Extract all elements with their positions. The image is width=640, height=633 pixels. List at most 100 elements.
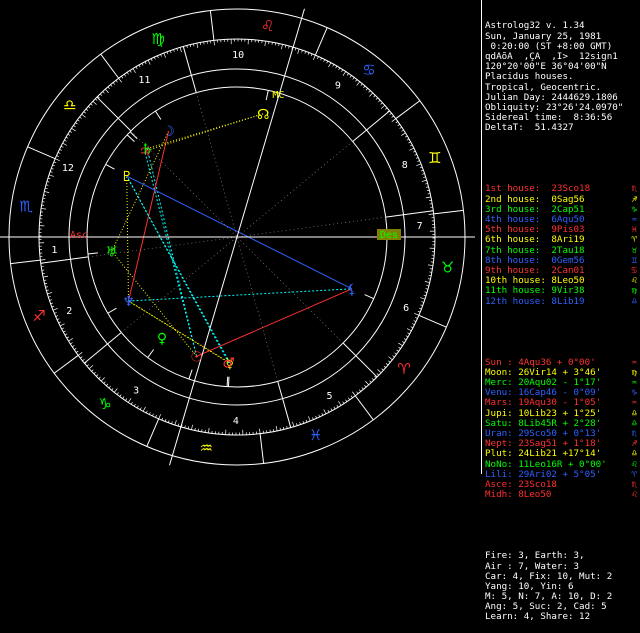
degree-tick [388, 357, 392, 360]
degree-tick [133, 69, 136, 73]
degree-tick [49, 175, 54, 177]
degree-tick [388, 361, 390, 363]
house-cusp-row: 8th house: 0Gem56♊ [485, 256, 640, 266]
degree-tick [175, 420, 177, 425]
degree-tick [93, 101, 97, 104]
zodiac-sign-icon: ♏ [20, 197, 34, 215]
planet-row: Asce: 23Sco18♏ [485, 480, 640, 490]
degree-tick [214, 40, 215, 45]
degree-tick [161, 54, 162, 56]
degree-tick [159, 414, 161, 419]
degree-tick [415, 317, 417, 318]
degree-tick [348, 398, 349, 400]
degree-tick [54, 162, 56, 163]
degree-tick [316, 416, 317, 418]
chart-header-info: Astrolog32 v. 1.34Sun, January 25, 1981 … [485, 21, 640, 133]
degree-tick [57, 156, 59, 157]
degree-tick [58, 152, 60, 153]
degree-tick [48, 296, 50, 297]
sign-boundary [419, 315, 447, 327]
degree-tick [154, 57, 155, 59]
planet-marker [108, 308, 117, 313]
degree-tick [120, 395, 121, 397]
degree-tick [123, 397, 124, 399]
header-line: Julian Day: 2444629.1806 [485, 93, 640, 103]
degree-tick [407, 333, 409, 334]
house-cusp-row: 4th house: 6Aqu50♒ [485, 215, 640, 225]
degree-tick [401, 133, 405, 136]
summary-line: Ang: 5, Suc: 2, Cad: 5 [485, 602, 640, 612]
degree-tick [343, 72, 346, 76]
mars-icon: ♂ [222, 356, 235, 372]
degree-tick [296, 423, 297, 425]
sign-boundary [147, 419, 159, 447]
sign-icon: ♈ [631, 470, 637, 480]
degree-tick [40, 260, 45, 261]
degree-tick [334, 407, 335, 409]
header-line: Obliquity: 23°26'24.0970" [485, 103, 640, 113]
degree-tick [55, 159, 60, 161]
house-cusp-line [343, 343, 377, 377]
degree-tick [124, 74, 125, 76]
degree-tick [76, 351, 78, 352]
planet-marker [227, 377, 228, 387]
degree-tick [419, 308, 421, 309]
degree-tick [398, 343, 402, 346]
degree-tick [145, 62, 146, 64]
degree-tick [343, 402, 344, 404]
degree-tick [324, 59, 325, 61]
degree-tick [308, 416, 310, 421]
degree-tick [99, 377, 101, 379]
degree-tick [59, 322, 61, 323]
degree-tick [364, 385, 366, 387]
degree-tick [398, 124, 400, 125]
planet-row: NoNo: 11Leo16R + 0°00'♌ [485, 460, 640, 470]
degree-tick [95, 99, 97, 101]
house-number-label: 11 [138, 75, 150, 86]
house-cusp-line [237, 9, 304, 237]
house-cusp-dotted [237, 141, 353, 237]
degree-tick [103, 91, 105, 93]
zodiac-sign-icon: ♉ [441, 259, 454, 277]
degree-tick [408, 142, 410, 143]
degree-tick [420, 167, 422, 168]
degree-tick [298, 49, 300, 54]
degree-tick [353, 77, 354, 79]
degree-tick [113, 82, 115, 84]
degree-tick [78, 352, 82, 355]
degree-tick [305, 51, 306, 53]
zodiac-sign-icon: ♌ [261, 17, 274, 35]
house-cusp-row: 1st house: 23Sco18♏ [485, 184, 640, 194]
degree-tick [265, 41, 266, 46]
summary-line: Air : 7, Water: 3 [485, 562, 640, 572]
house-number-label: 8 [402, 160, 408, 171]
header-line: Sidereal time: 8:36:56 [485, 113, 640, 123]
neptune-icon: ♆ [122, 294, 135, 310]
degree-tick [86, 109, 88, 111]
degree-tick [407, 139, 409, 140]
degree-tick [46, 290, 48, 291]
degree-tick [357, 82, 360, 86]
degree-tick [422, 180, 427, 181]
zodiac-sign-icon: ♋ [362, 61, 375, 79]
degree-tick [347, 73, 348, 75]
degree-tick [142, 63, 143, 65]
zodiac-sign-icon: ♓ [309, 426, 322, 444]
degree-tick [337, 405, 338, 407]
degree-tick [91, 370, 93, 372]
degree-tick [162, 418, 163, 420]
aspect-line [127, 176, 129, 301]
house-cusp-dotted [237, 217, 386, 237]
degree-tick [420, 298, 425, 300]
sign-icon: ♍ [631, 286, 637, 296]
degree-tick [328, 63, 330, 67]
degree-tick [414, 313, 419, 315]
degree-tick [208, 428, 209, 433]
degree-tick [302, 50, 303, 52]
planet-marker [266, 90, 268, 100]
house-cusp-row: 9th house: 2Can01♋ [485, 266, 640, 276]
info-panel: Astrolog32 v. 1.34Sun, January 25, 1981 … [485, 1, 640, 473]
uranus-icon: ♅ [106, 244, 119, 260]
degree-tick [410, 145, 412, 146]
degree-tick [51, 168, 53, 169]
